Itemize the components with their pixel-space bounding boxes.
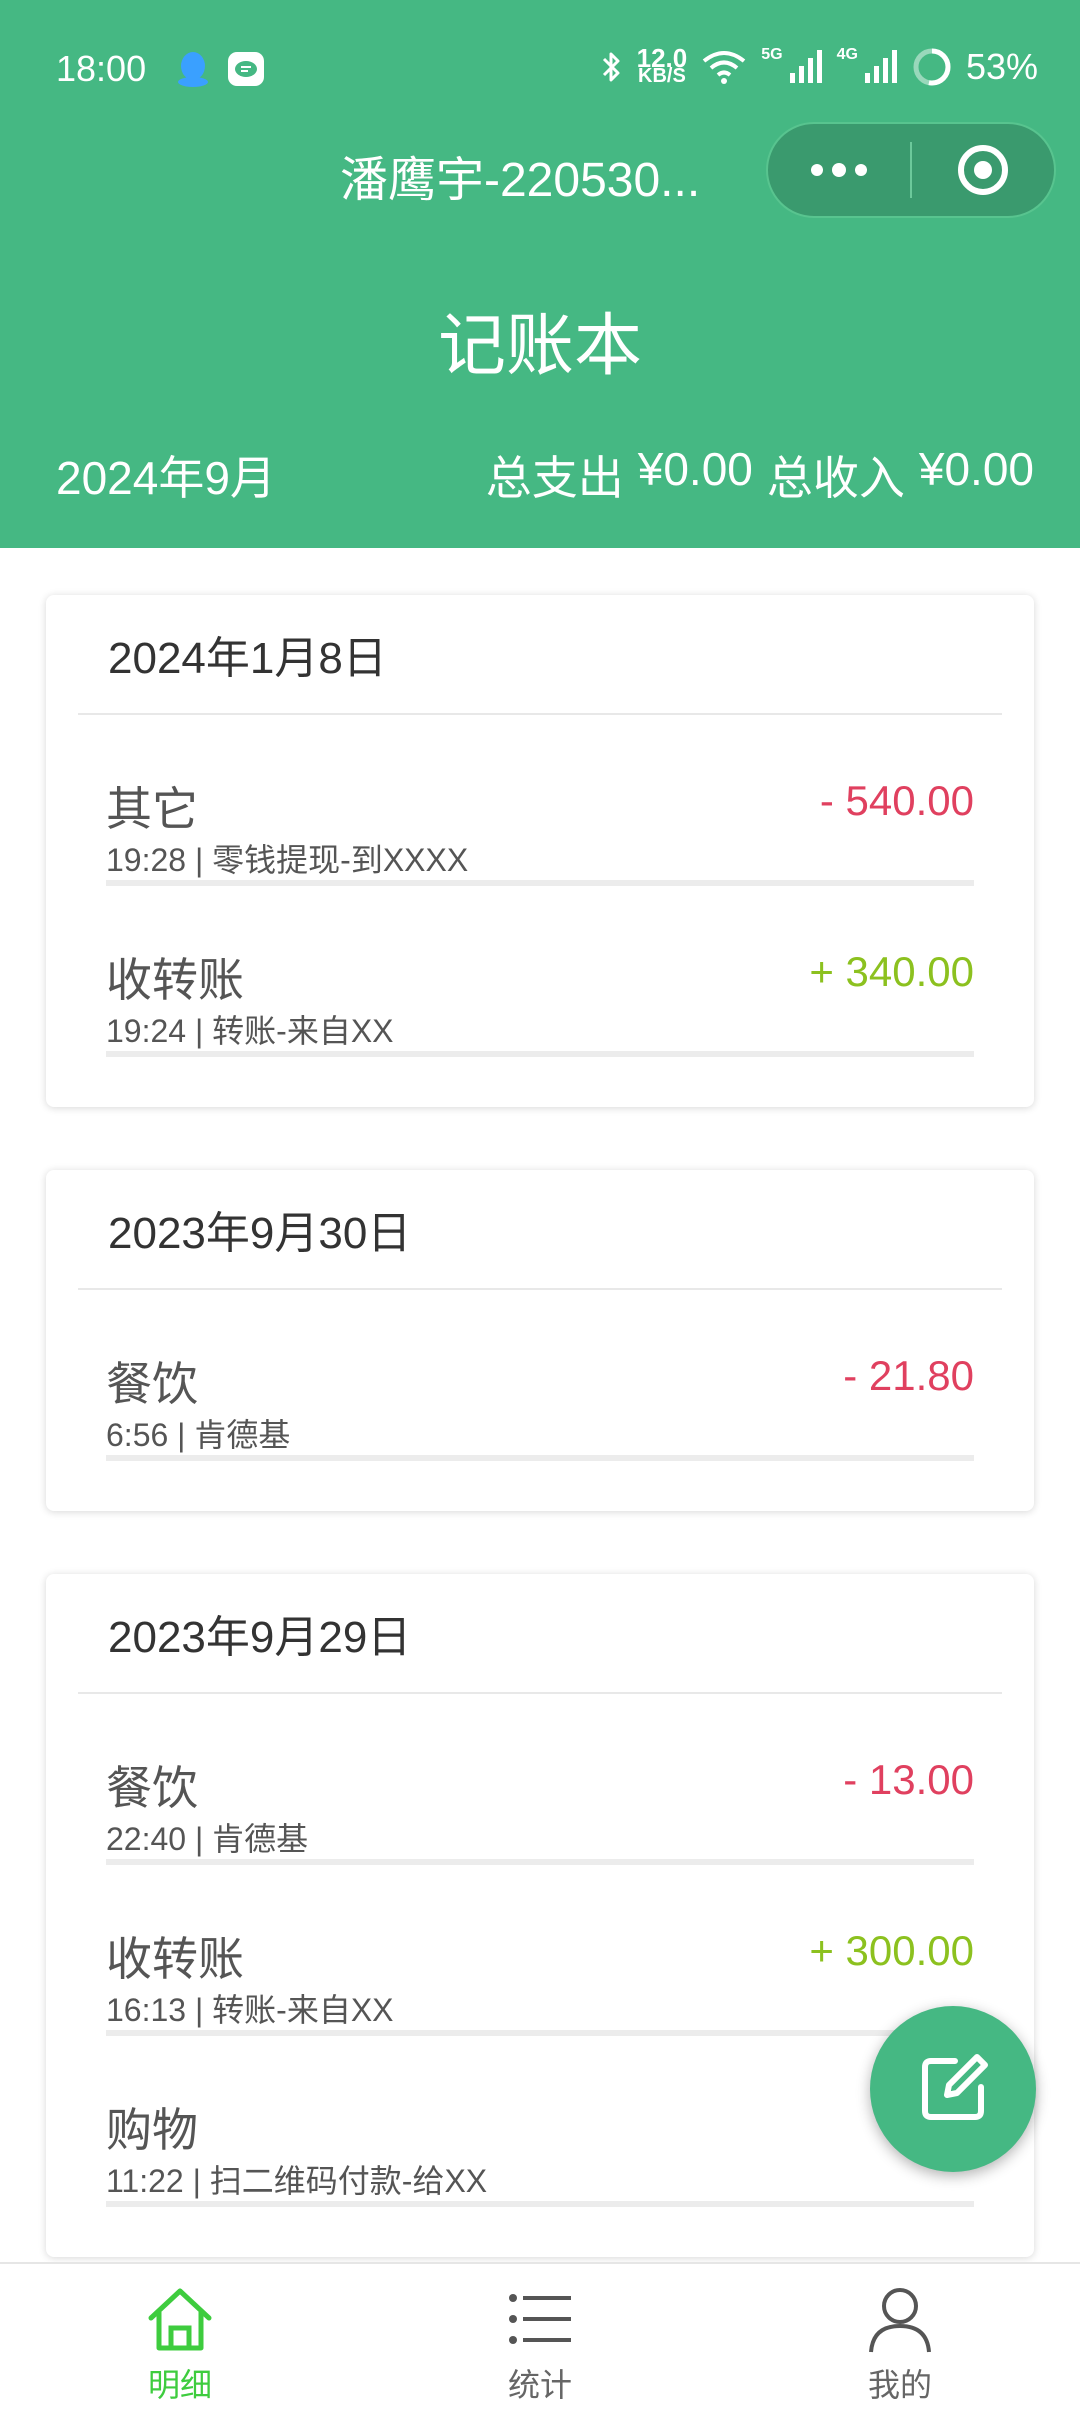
page-title: 记账本 <box>437 307 642 386</box>
record-item[interactable]: 其它 19:28 | 零钱提现-到XXXX - 540.00 <box>106 715 974 886</box>
record-category: 餐饮 <box>106 1761 198 1815</box>
tab-bar: 明细 统计 我的 <box>0 2262 1080 2412</box>
record-detail: 16:13 | 转账-来自XX <box>106 1992 394 2028</box>
user-icon <box>869 2288 931 2353</box>
net-speed: 12.0 KB/S <box>636 43 688 87</box>
record-category: 收转账 <box>106 1932 244 1986</box>
day-card: 2023年9月30日 餐饮 6:56 | 肯德基 - 21.80 <box>46 1170 1034 1511</box>
message-notification-icon <box>228 52 264 86</box>
record-detail: 19:28 | 零钱提现-到XXXX <box>106 842 469 878</box>
tab-label: 我的 <box>867 2366 932 2404</box>
record-category: 其它 <box>106 782 198 836</box>
add-record-button[interactable] <box>870 2006 1036 2172</box>
day-date: 2023年9月30日 <box>78 1170 1002 1290</box>
battery-percent: 53% <box>965 46 1038 87</box>
battery-ring-icon <box>913 48 951 86</box>
bluetooth-icon <box>602 52 620 82</box>
record-item[interactable]: 收转账 19:24 | 转账-来自XX + 340.00 <box>106 886 974 1057</box>
record-detail: 6:56 | 肯德基 <box>106 1417 291 1453</box>
record-item[interactable]: 购物 11:22 | 扫二维码付款-给XX - <box>106 2036 974 2207</box>
more-dots-icon <box>811 163 867 177</box>
total-income-value: ¥0.00 <box>918 443 1034 495</box>
record-amount: - 21.80 <box>843 1352 974 1399</box>
tab-details[interactable]: 明细 <box>0 2264 360 2412</box>
total-expense-value: ¥0.00 <box>637 443 753 495</box>
record-category: 收转账 <box>106 953 244 1007</box>
record-detail: 22:40 | 肯德基 <box>106 1821 309 1857</box>
miniprogram-capsule <box>766 122 1056 218</box>
record-detail: 11:22 | 扫二维码付款-给XX <box>106 2163 488 2199</box>
total-expense-label: 总支出 <box>485 452 624 504</box>
record-list[interactable]: 2024年1月8日 其它 19:28 | 零钱提现-到XXXX - 540.00… <box>0 548 1080 2262</box>
target-close-icon <box>957 145 1008 195</box>
list-icon <box>509 2294 571 2344</box>
record-amount: - 540.00 <box>819 777 974 824</box>
tab-label: 明细 <box>147 2366 212 2404</box>
miniprogram-title: 潘鹰宇-220530... <box>340 154 701 207</box>
signal-2-label: 4G <box>836 46 858 63</box>
record-item[interactable]: 餐饮 6:56 | 肯德基 - 21.80 <box>106 1290 974 1461</box>
record-amount: + 300.00 <box>809 1927 974 1974</box>
month-totals: 总支出 ¥0.00 总收入 ¥0.00 <box>486 442 1034 508</box>
tab-label: 统计 <box>507 2366 572 2404</box>
status-bar: 18:00 12.0 KB/S 5G 4G 53% <box>0 0 1080 140</box>
wifi-icon <box>703 51 746 84</box>
total-income-label: 总收入 <box>766 452 905 504</box>
day-card: 2024年1月8日 其它 19:28 | 零钱提现-到XXXX - 540.00… <box>46 595 1034 1107</box>
record-item[interactable]: 收转账 16:13 | 转账-来自XX + 300.00 <box>106 1865 974 2036</box>
close-miniprogram-button[interactable] <box>912 124 1054 216</box>
day-date: 2023年9月29日 <box>78 1574 1002 1694</box>
more-button[interactable] <box>768 124 910 216</box>
signal-1-label: 5G <box>761 46 783 63</box>
signal-bars-icon <box>864 50 897 83</box>
signal-bars-icon <box>789 50 822 83</box>
record-amount: - 13.00 <box>843 1756 974 1803</box>
record-detail: 19:24 | 转账-来自XX <box>106 1013 394 1049</box>
day-date: 2024年1月8日 <box>78 595 1002 715</box>
qq-notification-icon <box>178 52 208 87</box>
status-time: 18:00 <box>56 48 147 89</box>
home-icon <box>148 2288 212 2351</box>
record-category: 餐饮 <box>106 1357 198 1411</box>
tab-statistics[interactable]: 统计 <box>360 2264 720 2412</box>
app-header: 18:00 12.0 KB/S 5G 4G 53% 潘鹰宇-220530... … <box>0 0 1080 548</box>
month-selector[interactable]: 2024年9月 <box>56 442 276 508</box>
record-amount: + 340.00 <box>809 948 974 995</box>
day-card: 2023年9月29日 餐饮 22:40 | 肯德基 - 13.00 收转账 16… <box>46 1574 1034 2257</box>
edit-icon <box>922 2054 988 2120</box>
record-item[interactable]: 餐饮 22:40 | 肯德基 - 13.00 <box>106 1694 974 1865</box>
record-category: 购物 <box>106 2103 198 2157</box>
tab-profile[interactable]: 我的 <box>720 2264 1080 2412</box>
